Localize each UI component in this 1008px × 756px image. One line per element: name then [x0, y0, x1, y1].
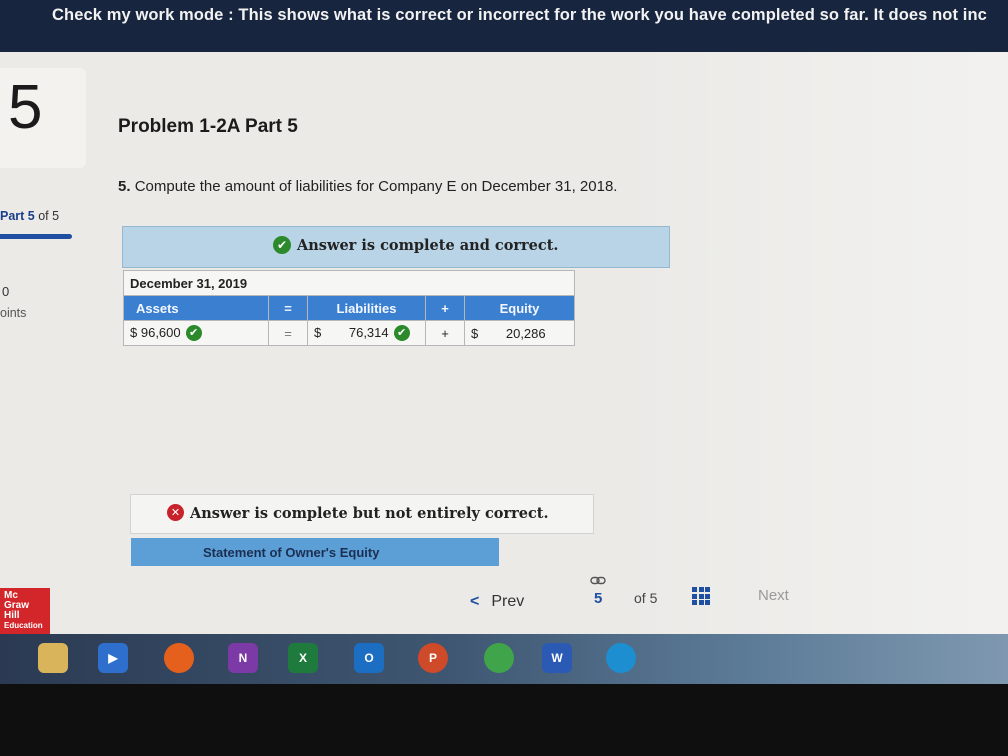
onenote-icon[interactable]: N: [228, 643, 258, 673]
firefox-icon[interactable]: [164, 643, 194, 673]
check-circle-icon: ✔: [393, 325, 410, 342]
answer-partial-banner: ✕ Answer is complete but not entirely cor…: [130, 494, 594, 534]
page-total: of 5: [634, 590, 658, 606]
windows-taskbar: ▶ N X O P W: [0, 634, 1008, 684]
question: 5. Compute the amount of liabilities for…: [118, 178, 617, 195]
equity-currency: $: [471, 325, 479, 341]
equity-header: Equity: [464, 295, 575, 321]
answer-correct-banner: ✔ Answer is complete and correct.: [122, 226, 670, 268]
file-explorer-icon[interactable]: [38, 643, 68, 673]
plus-header: +: [425, 295, 465, 321]
question-number: 5.: [118, 178, 131, 195]
monitor-bezel: [0, 684, 1008, 756]
check-my-work-text: Check my work mode : This shows what is …: [52, 6, 987, 24]
mcgraw-hill-logo: Mc Graw Hill Education: [0, 588, 50, 634]
liabilities-currency: $: [314, 324, 322, 340]
equals-header: =: [268, 295, 308, 321]
grid-menu-icon[interactable]: [692, 587, 710, 605]
equals-sign: =: [268, 320, 308, 346]
main-content: 5 Part 5 of 5 0 oints Problem 1-2A Part …: [0, 52, 1008, 640]
next-button[interactable]: Next: [758, 587, 789, 604]
tab-statement-of-owners-equity[interactable]: Statement of Owner's Equity: [131, 538, 499, 566]
prev-button[interactable]: < Prev: [470, 593, 524, 611]
liabilities-value: 76,314: [348, 324, 389, 340]
part-number-box: 5: [0, 68, 86, 168]
assets-value: 96,600: [140, 324, 181, 340]
part-progress-label: Part 5 of 5: [0, 209, 59, 223]
question-text: Compute the amount of liabilities for Co…: [134, 178, 618, 195]
prev-label: Prev: [491, 593, 525, 610]
part-number: 5: [8, 73, 43, 142]
link-icon: [590, 576, 606, 585]
word-icon[interactable]: W: [542, 643, 572, 673]
points-label: oints: [0, 306, 27, 320]
excel-icon[interactable]: X: [288, 643, 318, 673]
equity-value: 20,286: [505, 325, 546, 341]
accounting-equation-table: December 31, 2019 Assets = Liabilities +…: [123, 270, 575, 346]
assets-currency: $: [130, 324, 138, 340]
equation-date: December 31, 2019: [123, 270, 575, 296]
liabilities-header: Liabilities: [307, 295, 426, 321]
assets-cell[interactable]: $ 96,600 ✔: [123, 320, 269, 346]
check-my-work-banner: Check my work mode : This shows what is …: [0, 0, 1008, 58]
current-page[interactable]: 5: [594, 590, 602, 607]
tab-label: Statement of Owner's Equity: [203, 545, 380, 560]
edge-icon[interactable]: [606, 643, 636, 673]
answer-correct-text: Answer is complete and correct.: [297, 237, 559, 254]
powerpoint-icon[interactable]: P: [418, 643, 448, 673]
part-progress-bar: [0, 234, 72, 239]
answer-partial-text: Answer is complete but not entirely corr…: [190, 505, 549, 522]
chevron-left-icon: <: [470, 593, 480, 610]
chrome-icon[interactable]: [484, 643, 514, 673]
x-circle-icon: ✕: [167, 504, 184, 521]
liabilities-cell[interactable]: $ 76,314 ✔: [307, 320, 426, 346]
check-circle-icon: ✔: [185, 325, 202, 342]
check-circle-icon: ✔: [273, 235, 291, 254]
plus-sign: +: [425, 320, 465, 346]
part-of-label: of 5: [38, 209, 60, 223]
video-app-icon[interactable]: ▶: [98, 643, 128, 673]
problem-title: Problem 1-2A Part 5: [118, 116, 298, 137]
points-value: 0: [2, 284, 10, 299]
assets-header: Assets: [123, 295, 269, 321]
outlook-icon[interactable]: O: [354, 643, 384, 673]
part-label: Part 5: [0, 209, 35, 223]
equity-cell[interactable]: $ 20,286: [464, 320, 575, 346]
